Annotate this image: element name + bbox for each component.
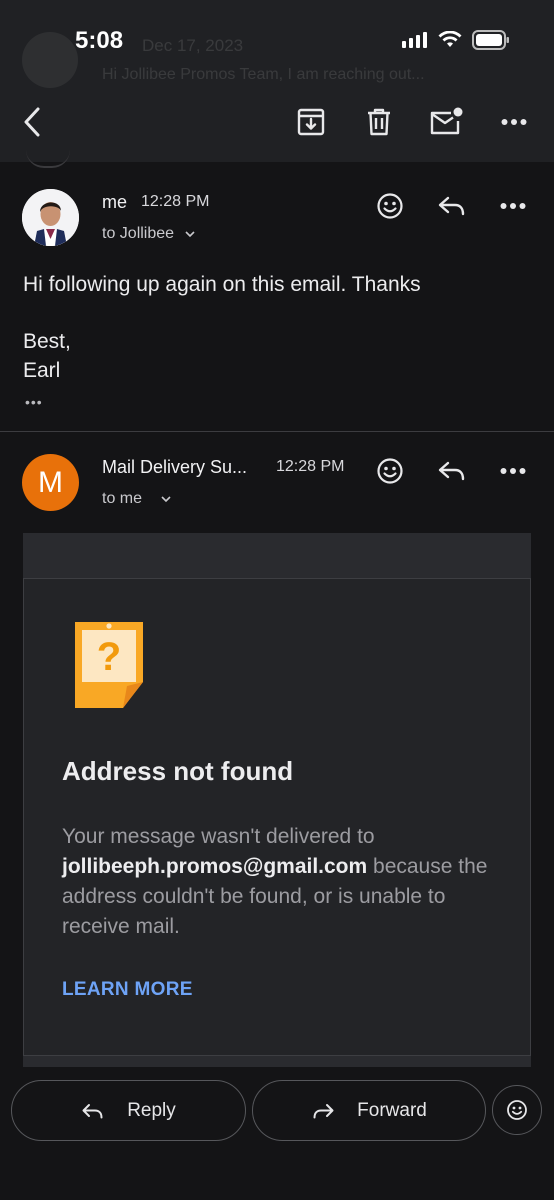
forward-icon bbox=[313, 1103, 334, 1118]
reply-button[interactable] bbox=[432, 186, 472, 226]
svg-text:?: ? bbox=[97, 635, 121, 679]
body-line: Earl bbox=[23, 359, 61, 382]
add-reaction-button[interactable] bbox=[370, 451, 410, 491]
preview-avatar bbox=[22, 32, 78, 88]
avatar-letter: M bbox=[38, 465, 63, 499]
sender-avatar[interactable]: M bbox=[22, 454, 79, 511]
bounce-title: Address not found bbox=[62, 756, 294, 786]
chevron-down-icon bbox=[184, 231, 195, 237]
emoji-icon bbox=[377, 458, 403, 484]
message-body: Hi following up again on this email. Tha… bbox=[23, 270, 421, 385]
recipient-details-toggle[interactable]: to Jollibee bbox=[102, 225, 196, 243]
recipient-label: to Jollibee bbox=[102, 225, 175, 242]
bounced-address: jollibeeph.promos@gmail.com bbox=[62, 855, 368, 878]
reply-action-button[interactable]: Reply bbox=[11, 1080, 246, 1141]
body-line: Best, bbox=[23, 330, 71, 353]
avatar[interactable] bbox=[22, 189, 79, 246]
more-horizontal-icon bbox=[501, 119, 527, 125]
message-more-button[interactable] bbox=[493, 451, 533, 491]
collapsed-thread-edge bbox=[26, 150, 70, 168]
bounce-message: Your message wasn't delivered to jollibe… bbox=[62, 822, 502, 942]
preview-snippet: Hi Jollibee Promos Team, I am reaching o… bbox=[102, 66, 425, 83]
message-time: 12:28 PM bbox=[276, 458, 345, 475]
emoji-icon bbox=[507, 1100, 527, 1120]
message-divider bbox=[0, 431, 554, 432]
reply-button[interactable] bbox=[432, 451, 472, 491]
delete-button[interactable] bbox=[357, 100, 401, 144]
show-trimmed-content-button[interactable]: ••• bbox=[25, 394, 43, 410]
reply-icon bbox=[82, 1103, 103, 1118]
recipient-label: to me bbox=[102, 490, 143, 507]
back-button[interactable] bbox=[10, 100, 54, 144]
reply-label: Reply bbox=[127, 1099, 176, 1121]
preview-date: Dec 17, 2023 bbox=[142, 36, 244, 55]
top-toolbar: Dec 17, 2023 Hi Jollibee Promos Team, I … bbox=[0, 0, 554, 162]
mark-unread-button[interactable] bbox=[424, 100, 468, 144]
bounce-message-prefix: Your message wasn't delivered to bbox=[62, 825, 375, 848]
chevron-left-icon bbox=[24, 107, 40, 137]
mark-unread-icon bbox=[430, 107, 463, 135]
question-note-icon: ? bbox=[75, 622, 143, 708]
body-line: Hi following up again on this email. Tha… bbox=[23, 273, 421, 296]
reply-icon bbox=[438, 196, 465, 216]
learn-more-link[interactable]: LEARN MORE bbox=[62, 979, 193, 1001]
emoji-icon bbox=[377, 193, 403, 219]
forward-action-button[interactable]: Forward bbox=[252, 1080, 486, 1141]
body-line bbox=[23, 299, 421, 327]
trash-icon bbox=[368, 108, 390, 136]
reply-icon bbox=[438, 461, 465, 481]
message-time: 12:28 PM bbox=[141, 193, 210, 210]
status-icons bbox=[402, 30, 510, 50]
status-time: 5:08 bbox=[75, 27, 124, 54]
message-more-button[interactable] bbox=[493, 186, 533, 226]
sender-name[interactable]: Mail Delivery Su... bbox=[102, 457, 247, 478]
sender-name[interactable]: me bbox=[102, 192, 127, 213]
add-reaction-button[interactable] bbox=[370, 186, 410, 226]
more-horizontal-icon bbox=[500, 468, 526, 474]
profile-photo bbox=[22, 189, 79, 246]
cellular-signal-icon bbox=[402, 32, 427, 48]
forward-label: Forward bbox=[357, 1099, 427, 1121]
archive-button[interactable] bbox=[289, 100, 333, 144]
wifi-icon bbox=[438, 31, 462, 47]
recipient-details-toggle[interactable]: to me bbox=[102, 490, 172, 508]
chevron-down-icon bbox=[161, 496, 172, 502]
archive-icon bbox=[297, 108, 325, 136]
react-button[interactable] bbox=[492, 1085, 542, 1135]
more-horizontal-icon bbox=[500, 203, 526, 209]
battery-icon bbox=[472, 30, 509, 50]
more-options-button[interactable] bbox=[492, 100, 536, 144]
